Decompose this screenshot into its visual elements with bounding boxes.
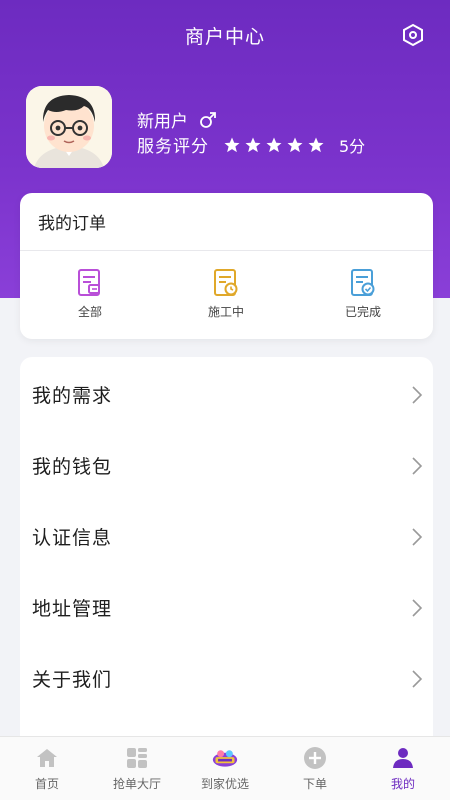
chevron-right-icon: [412, 386, 423, 404]
user-name: 新用户: [137, 112, 188, 132]
star-icon: [244, 136, 262, 154]
home-icon: [34, 745, 60, 771]
plus-circle-icon: [302, 745, 328, 771]
menu-item-about-us[interactable]: 关于我们: [20, 643, 433, 714]
order-filter-in-progress[interactable]: 施工中: [186, 268, 266, 320]
star-icon: [307, 136, 325, 154]
tab-label: 我的: [390, 777, 415, 791]
tab-label: 首页: [34, 777, 59, 791]
rating-stars: [223, 136, 325, 154]
menu-item-my-requests[interactable]: 我的需求: [20, 359, 433, 430]
avatar-cartoon-face: [26, 86, 112, 168]
menu-item-verification[interactable]: 认证信息: [20, 501, 433, 572]
menu-item-label: 认证信息: [32, 527, 113, 549]
bottom-tab-bar: 首页 抢单大厅 到家优选 下单 我的: [0, 736, 450, 800]
menu-list: 我的需求 我的钱包 认证信息 地址管理 关于我们: [20, 357, 433, 757]
document-icon: [76, 268, 104, 298]
order-filter-label: 施工中: [207, 305, 244, 319]
menu-item-address[interactable]: 地址管理: [20, 572, 433, 643]
promo-badge-icon: [212, 745, 238, 771]
order-filter-completed[interactable]: 已完成: [323, 268, 403, 320]
star-icon: [265, 136, 283, 154]
rating-score: 5分: [339, 136, 366, 156]
rating-row: 服务评分 5分: [137, 132, 366, 158]
order-filter-label: 全部: [77, 305, 102, 319]
menu-item-my-wallet[interactable]: 我的钱包: [20, 430, 433, 501]
order-filter-all[interactable]: 全部: [50, 268, 130, 320]
document-check-icon: [349, 268, 377, 298]
my-orders-title[interactable]: 我的订单: [38, 209, 106, 234]
tab-mine[interactable]: 我的: [358, 745, 448, 792]
profile-name-row: 新用户: [137, 107, 218, 132]
my-orders-card: 我的订单 全部 施工中 已完成: [20, 193, 433, 339]
document-clock-icon: [212, 268, 240, 298]
user-icon: [390, 745, 416, 771]
menu-item-label: 关于我们: [32, 669, 113, 691]
page-title: 商户中心: [184, 26, 265, 48]
tab-label: 到家优选: [200, 777, 249, 791]
divider: [20, 250, 433, 251]
star-icon: [286, 136, 304, 154]
grid-icon: [124, 745, 150, 771]
tab-home[interactable]: 首页: [2, 745, 92, 792]
menu-item-label: 我的需求: [32, 385, 113, 407]
menu-item-label: 我的钱包: [32, 456, 113, 478]
rating-label: 服务评分: [137, 137, 209, 157]
settings-button[interactable]: [400, 22, 426, 48]
tab-home-picks[interactable]: 到家优选: [180, 745, 270, 792]
settings-hex-icon: [403, 23, 423, 47]
male-icon: [198, 110, 218, 130]
tab-label: 抢单大厅: [112, 777, 161, 791]
chevron-right-icon: [412, 528, 423, 546]
tab-order-hall[interactable]: 抢单大厅: [92, 745, 182, 792]
chevron-right-icon: [412, 599, 423, 617]
chevron-right-icon: [412, 457, 423, 475]
order-filter-label: 已完成: [344, 305, 381, 319]
tab-label: 下单: [302, 777, 327, 791]
menu-item-label: 地址管理: [32, 598, 113, 620]
star-icon: [223, 136, 241, 154]
chevron-right-icon: [412, 670, 423, 688]
avatar[interactable]: [26, 86, 112, 168]
tab-place-order[interactable]: 下单: [270, 745, 360, 792]
